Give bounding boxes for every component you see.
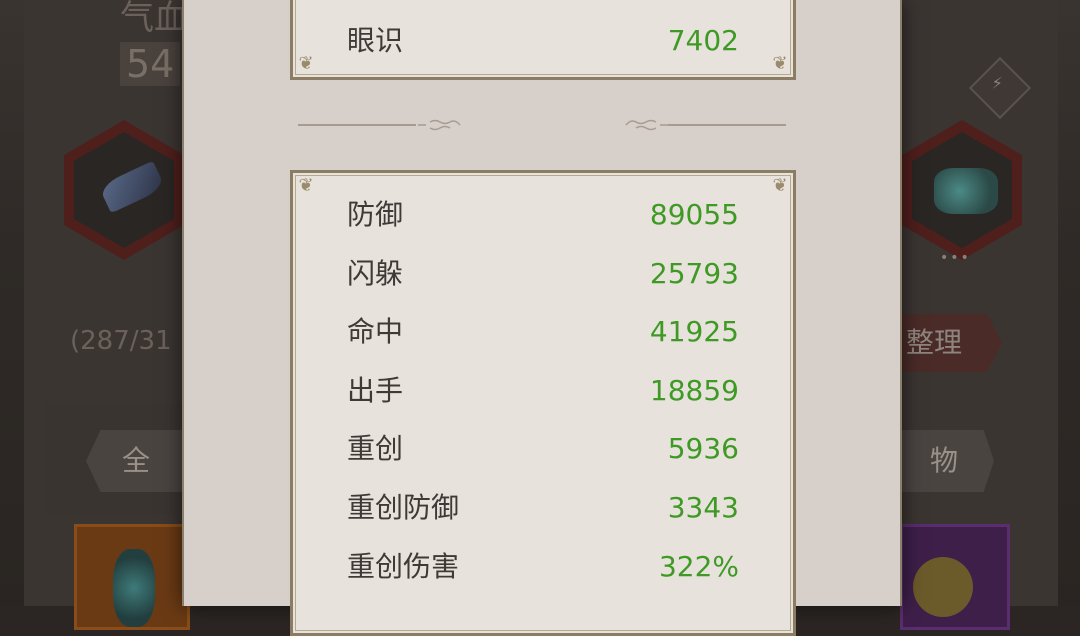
power-value: 54 bbox=[120, 42, 181, 86]
swirl-icon bbox=[418, 119, 461, 131]
stat-row: 闪躲 25793 bbox=[347, 254, 739, 294]
bag-count: (287/31 bbox=[70, 326, 172, 356]
stat-name: 重创伤害 bbox=[347, 550, 460, 583]
attribute-card-main: ❦ ❦ 防御 89055 闪躲 25793 命中 41925 出手 18859 … bbox=[290, 170, 796, 636]
stat-row: 出手 18859 bbox=[347, 371, 739, 411]
corner-ornament-icon: ❦ bbox=[772, 175, 788, 196]
stat-value: 322% bbox=[658, 550, 739, 583]
stat-row: 命中 41925 bbox=[347, 312, 739, 352]
stat-name: 闪躲 bbox=[347, 257, 404, 290]
stat-name: 眼识 bbox=[347, 24, 404, 57]
stat-value: 5936 bbox=[667, 432, 739, 465]
stat-row: 重创伤害 322% bbox=[347, 547, 739, 587]
stat-name: 命中 bbox=[347, 315, 404, 348]
stat-name: 重创防御 bbox=[347, 491, 460, 524]
stat-value: 41925 bbox=[649, 315, 739, 348]
attribute-panel: ❦ ❦ 眼识 7402 ❦ ❦ 防御 89055 闪躲 25793 命中 419 bbox=[182, 0, 902, 636]
corner-ornament-icon: ❦ bbox=[298, 53, 314, 74]
corner-ornament-icon: ❦ bbox=[298, 175, 314, 196]
stat-name: 重创 bbox=[347, 432, 404, 465]
corner-ornament-icon: ❦ bbox=[772, 53, 788, 74]
stat-value: 25793 bbox=[649, 257, 739, 290]
stat-row: 重创 5936 bbox=[347, 429, 739, 469]
item-slot-orange[interactable] bbox=[74, 524, 190, 630]
swirl-icon bbox=[625, 119, 668, 131]
stat-name: 出手 bbox=[347, 374, 404, 407]
item-slot-purple[interactable] bbox=[900, 524, 1010, 630]
egg-icon bbox=[113, 549, 155, 627]
stat-row: 防御 89055 bbox=[347, 195, 739, 235]
sword-icon bbox=[98, 160, 166, 214]
more-dots: ••• bbox=[940, 250, 971, 266]
stat-value: 3343 bbox=[667, 491, 739, 524]
organize-button[interactable]: 整理 bbox=[902, 314, 1002, 372]
hp-title: 气血 bbox=[120, 0, 188, 38]
attribute-card-top: ❦ ❦ 眼识 7402 bbox=[290, 0, 796, 80]
divider-right bbox=[620, 118, 786, 132]
left-frame bbox=[24, 0, 186, 606]
beast-icon bbox=[934, 168, 998, 214]
stat-value: 89055 bbox=[649, 198, 739, 231]
stat-row: 重创防御 3343 bbox=[347, 488, 739, 528]
stat-row: 眼识 7402 bbox=[347, 21, 739, 61]
coin-icon bbox=[913, 557, 973, 617]
stat-name: 防御 bbox=[347, 198, 404, 231]
divider-left bbox=[298, 118, 464, 132]
stat-value: 18859 bbox=[649, 374, 739, 407]
lightning-icon: ⚡ bbox=[991, 73, 1003, 93]
tab-items[interactable]: 物 bbox=[890, 430, 994, 492]
stat-value: 7402 bbox=[667, 24, 739, 57]
